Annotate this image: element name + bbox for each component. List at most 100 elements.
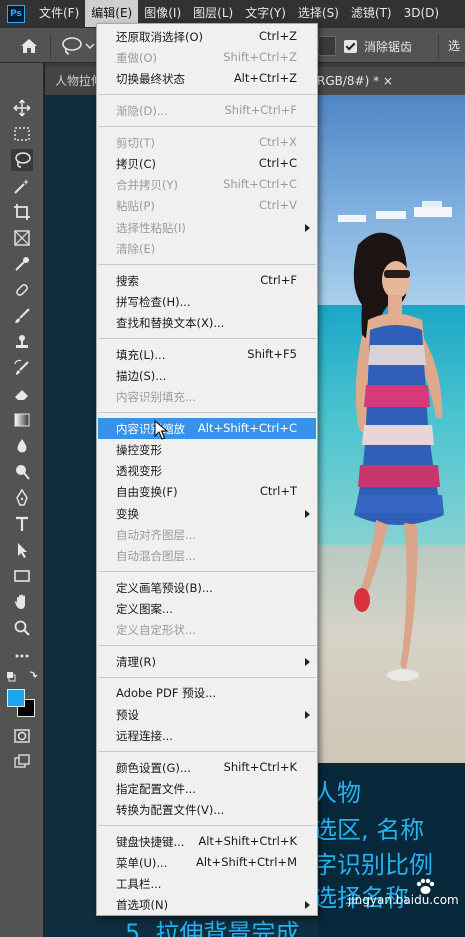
edit-menu-item[interactable]: 拼写检查(H)... <box>98 291 316 312</box>
edit-menu-item[interactable]: 工具栏... <box>98 873 316 894</box>
document-tab-active[interactable]: RGB/8#) * × <box>307 67 465 95</box>
hand-tool-icon[interactable] <box>11 591 33 613</box>
edit-menu-item[interactable]: 清除(E) <box>98 238 316 259</box>
menu-item-label: 还原取消选择(O) <box>116 30 204 44</box>
type-tool-icon[interactable] <box>11 513 33 535</box>
move-tool-icon[interactable] <box>11 97 33 119</box>
edit-menu-item[interactable]: 颜色设置(G)... Shift+Ctrl+K <box>98 757 316 778</box>
blur-tool-icon[interactable] <box>11 435 33 457</box>
edit-menu-item[interactable]: 操控变形 <box>98 439 316 460</box>
pen-tool-icon[interactable] <box>11 487 33 509</box>
edit-menu-item[interactable]: 预设 <box>98 704 316 725</box>
menu-separator <box>98 337 316 339</box>
edit-menu-item[interactable]: 转换为配置文件(V)... <box>98 799 316 820</box>
edit-menu-item[interactable]: 远程连接... <box>98 725 316 746</box>
crop-tool-icon[interactable] <box>11 201 33 223</box>
edit-menu-item[interactable]: 自由变换(F) Ctrl+T <box>98 481 316 502</box>
marquee-tool-icon[interactable] <box>11 123 33 145</box>
lasso-tool-icon[interactable] <box>11 149 33 171</box>
menu-3d[interactable]: 3D(D) <box>398 0 445 27</box>
caption-line: 字识别比例 <box>313 851 433 879</box>
magic-wand-tool-icon[interactable] <box>11 175 33 197</box>
edit-menu-item[interactable]: 菜单(U)... Alt+Shift+Ctrl+M <box>98 852 316 873</box>
edit-menu-item[interactable]: 自动混合图层... <box>98 545 316 566</box>
menu-file[interactable]: 文件(F) <box>33 0 85 27</box>
edit-menu-item[interactable]: 键盘快捷键... Alt+Shift+Ctrl+K <box>98 831 316 852</box>
edit-menu-item[interactable]: 描边(S)... <box>98 365 316 386</box>
edit-menu-item[interactable]: 内容识别缩放 Alt+Shift+Ctrl+C <box>98 417 316 439</box>
menu-separator <box>98 824 316 826</box>
menu-item-label: 操控变形 <box>116 442 162 457</box>
menu-item-label: 搜索 <box>116 273 139 288</box>
edit-menu-item[interactable]: 指定配置文件... <box>98 778 316 799</box>
edit-menu-item[interactable]: 定义图案... <box>98 598 316 619</box>
frame-tool-icon[interactable] <box>11 227 33 249</box>
edit-menu-item[interactable]: 透视变形 <box>98 460 316 481</box>
menu-item-label: 透视变形 <box>116 464 162 479</box>
path-selection-tool-icon[interactable] <box>11 539 33 561</box>
clone-stamp-tool-icon[interactable] <box>11 331 33 353</box>
anti-alias-checkbox[interactable] <box>344 40 357 53</box>
menu-item-label: 转换为配置文件(V)... <box>116 802 225 817</box>
eyedropper-tool-icon[interactable] <box>11 253 33 275</box>
menu-item-label: 远程连接... <box>116 728 173 743</box>
edit-menu-item[interactable]: 填充(L)... Shift+F5 <box>98 344 316 365</box>
edit-menu-item[interactable]: 变换 <box>98 503 316 524</box>
brush-tool-icon[interactable] <box>11 305 33 327</box>
menu-item-label: 切换最终状态 <box>116 72 185 87</box>
quick-mask-icon[interactable] <box>11 725 33 747</box>
edit-menu-item[interactable]: 选择性粘贴(I) <box>98 217 316 238</box>
gradient-tool-icon[interactable] <box>11 409 33 431</box>
edit-menu-item[interactable]: 定义自定形状... <box>98 619 316 640</box>
menu-item-label: 菜单(U)... <box>116 855 168 870</box>
edit-menu-item[interactable]: Adobe PDF 预设... <box>98 682 316 703</box>
menu-item-shortcut: Ctrl+F <box>260 272 297 287</box>
menu-item-shortcut: Ctrl+V <box>259 198 297 213</box>
dodge-tool-icon[interactable] <box>11 461 33 483</box>
edit-menu-item[interactable]: 剪切(T) Ctrl+X <box>98 132 316 153</box>
options-divider <box>438 34 439 58</box>
edit-menu-item[interactable]: 切换最终状态 Alt+Ctrl+Z <box>98 68 316 89</box>
menu-item-shortcut: Shift+Ctrl+K <box>223 759 297 774</box>
menu-item-label: 选择性粘贴(I) <box>116 220 186 235</box>
edit-menu-item[interactable]: 渐隐(D)... Shift+Ctrl+F <box>98 100 316 121</box>
edit-menu-item[interactable]: 内容识别填充... <box>98 386 316 407</box>
menu-item-label: 定义画笔预设(B)... <box>116 580 213 595</box>
beach-photo <box>318 95 465 763</box>
edit-menu-item[interactable]: 重做(O) Shift+Ctrl+Z <box>98 47 316 68</box>
lasso-preset-icon[interactable] <box>60 36 96 56</box>
edit-menu-item[interactable]: 粘贴(P) Ctrl+V <box>98 195 316 216</box>
menu-filter[interactable]: 滤镜(T) <box>345 0 398 27</box>
menu-item-label: 清除(E) <box>116 241 156 256</box>
menu-item-label: 定义自定形状... <box>116 623 196 637</box>
edit-menu-item[interactable]: 搜索 Ctrl+F <box>98 270 316 291</box>
select-and-mask-button[interactable]: 选 <box>448 37 460 54</box>
menu-item-shortcut: Ctrl+X <box>259 134 297 149</box>
foreground-color-swatch[interactable] <box>7 689 25 707</box>
more-tools-icon[interactable] <box>11 645 33 667</box>
caption-line: 人物 <box>313 779 361 807</box>
home-icon[interactable] <box>20 38 38 54</box>
submenu-arrow-icon <box>305 509 310 518</box>
screen-mode-icon[interactable] <box>11 751 33 773</box>
healing-brush-tool-icon[interactable] <box>11 279 33 301</box>
menu-item-label: 键盘快捷键... <box>116 834 185 849</box>
submenu-arrow-icon <box>305 223 310 232</box>
history-brush-tool-icon[interactable] <box>11 357 33 379</box>
menu-item-shortcut: Ctrl+C <box>258 156 297 170</box>
edit-menu-item[interactable]: 还原取消选择(O) Ctrl+Z <box>98 26 316 47</box>
edit-menu-item[interactable]: 查找和替换文本(X)... <box>98 312 316 333</box>
edit-menu-item[interactable]: 清理(R) <box>98 651 316 672</box>
edit-menu-item[interactable]: 拷贝(C) Ctrl+C <box>98 153 316 174</box>
eraser-tool-icon[interactable] <box>11 383 33 405</box>
swap-colors-icon[interactable] <box>6 667 40 689</box>
edit-menu-item[interactable]: 合并拷贝(Y) Shift+Ctrl+C <box>98 174 316 195</box>
zoom-tool-icon[interactable] <box>11 617 33 639</box>
edit-menu-item[interactable]: 定义画笔预设(B)... <box>98 577 316 598</box>
menu-item-label: 粘贴(P) <box>116 199 155 214</box>
rectangle-tool-icon[interactable] <box>11 565 33 587</box>
edit-menu-item[interactable]: 自动对齐图层... <box>98 524 316 545</box>
menu-item-label: 内容识别缩放 <box>116 421 185 436</box>
feather-field[interactable] <box>318 36 336 56</box>
edit-menu-item[interactable]: 首选项(N) <box>98 894 316 915</box>
